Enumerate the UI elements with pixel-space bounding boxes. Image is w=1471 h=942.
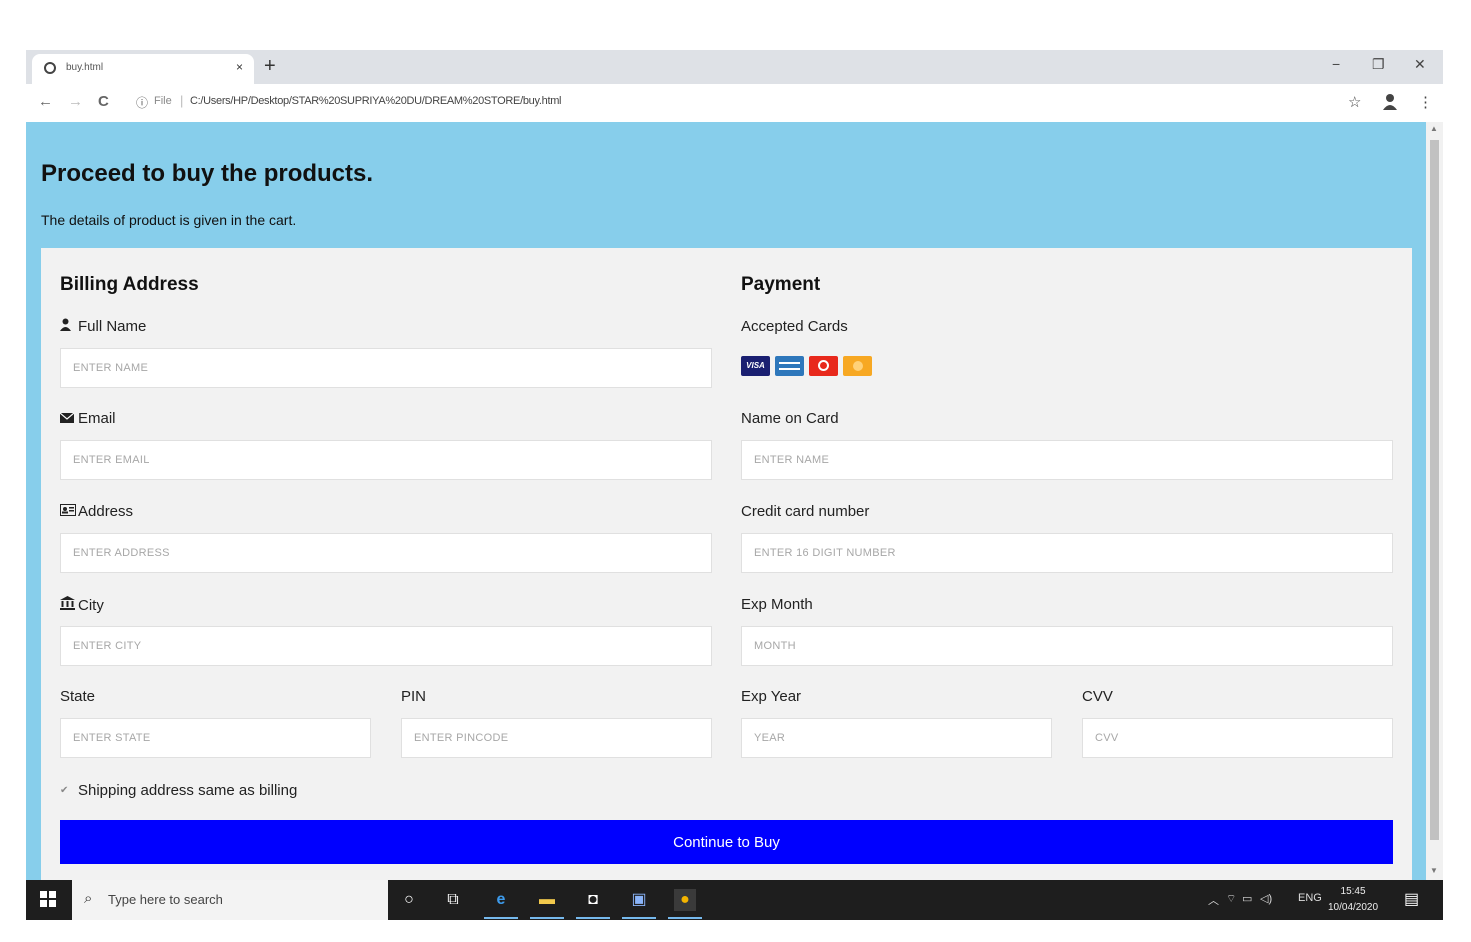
institution-icon [60, 596, 75, 613]
search-icon: ⌕ [84, 890, 93, 907]
file-explorer-icon[interactable]: ▬ [530, 889, 564, 919]
mastercard-icon [809, 356, 838, 376]
network-icon[interactable]: ⌔ [1226, 892, 1236, 906]
language-indicator[interactable]: ENG [1298, 892, 1322, 904]
scroll-down-icon[interactable]: ▼ [1430, 866, 1438, 875]
discover-card-icon [843, 356, 872, 376]
address-card-icon [60, 504, 76, 519]
task-view-icon[interactable]: ⧉ [442, 889, 464, 911]
cvv-input[interactable] [1082, 718, 1393, 758]
address-label-text: Address [78, 503, 134, 520]
globe-icon [44, 62, 56, 74]
browser-toolbar: ← → C ⓘ File | C:/Users/HP/Desktop/STAR%… [26, 84, 1443, 123]
same-address-checkbox[interactable]: ✔ [60, 785, 72, 797]
pin-label: PIN [401, 688, 427, 705]
visa-card-icon: VISA [741, 356, 770, 376]
clock-time: 15:45 [1340, 886, 1366, 897]
address-bar[interactable]: ⓘ File | C:/Users/HP/Desktop/STAR%20SUPR… [126, 90, 1336, 116]
restore-icon[interactable]: ❐ [1372, 56, 1385, 73]
checkout-form: Billing Address Full Name Email Address … [41, 248, 1412, 880]
browser-tab[interactable]: buy.html × [32, 54, 254, 84]
billing-title: Billing Address [60, 274, 199, 295]
windows-start-icon[interactable] [40, 891, 56, 912]
cortana-icon[interactable]: ○ [398, 889, 420, 911]
name-on-card-label: Name on Card [741, 410, 839, 427]
clock-date: 10/04/2020 [1328, 902, 1379, 913]
tab-close-icon[interactable]: × [236, 60, 243, 74]
continue-to-buy-button[interactable]: Continue to Buy [60, 820, 1393, 864]
pin-input[interactable] [401, 718, 712, 758]
exp-year-label: Exp Year [741, 688, 802, 705]
city-label: City [60, 596, 104, 614]
tab-strip: buy.html × + − ❐ ✕ [26, 50, 1443, 84]
taskbar-search[interactable]: ⌕ Type here to search [72, 880, 388, 920]
exp-month-input[interactable] [741, 626, 1393, 666]
new-tab-icon[interactable]: + [264, 54, 276, 78]
window-close-icon[interactable]: ✕ [1414, 56, 1426, 73]
accepted-cards-label: Accepted Cards [741, 318, 848, 335]
fullname-input[interactable] [60, 348, 712, 388]
page-subtitle: The details of product is given in the c… [41, 212, 297, 228]
card-number-label: Credit card number [741, 503, 870, 520]
page-title: Proceed to buy the products. [41, 160, 374, 187]
url-text[interactable]: C:/Users/HP/Desktop/STAR%20SUPRIYA%20DU/… [190, 95, 562, 107]
fullname-label-text: Full Name [78, 318, 147, 335]
taskbar-clock[interactable]: 15:45 10/04/2020 [1328, 884, 1378, 916]
email-input[interactable] [60, 440, 712, 480]
address-separator: | [180, 93, 184, 108]
vertical-scrollbar[interactable]: ▲ ▼ [1426, 122, 1443, 880]
browser-menu-icon[interactable]: ⋮ [1418, 93, 1433, 111]
payment-title: Payment [741, 274, 821, 295]
tab-title: buy.html [66, 62, 104, 73]
envelope-icon [59, 411, 75, 426]
bookmark-star-icon[interactable]: ☆ [1348, 93, 1361, 111]
address-input[interactable] [60, 533, 712, 573]
page-content: Proceed to buy the products. The details… [26, 122, 1426, 880]
city-label-text: City [78, 597, 104, 614]
name-on-card-input[interactable] [741, 440, 1393, 480]
state-label: State [60, 688, 96, 705]
scroll-up-icon[interactable]: ▲ [1430, 124, 1438, 133]
reload-icon[interactable]: C [98, 93, 109, 110]
browser-window: buy.html × + − ❐ ✕ ← → C ⓘ File | C:/Use… [26, 50, 1443, 920]
battery-icon[interactable]: ▭ [1242, 892, 1252, 905]
minimize-icon[interactable]: − [1332, 56, 1340, 72]
tray-chevron-icon[interactable]: ︿ [1208, 892, 1219, 908]
user-icon [60, 318, 74, 334]
accepted-cards: VISA [741, 356, 877, 376]
address-label: Address [60, 503, 133, 520]
exp-month-label: Exp Month [741, 596, 813, 613]
notification-icon[interactable]: ▤ [1404, 889, 1419, 909]
chrome-icon[interactable]: ● [668, 889, 702, 919]
taskbar-search-placeholder: Type here to search [108, 892, 223, 907]
scrollbar-thumb[interactable] [1430, 140, 1439, 840]
exp-year-input[interactable] [741, 718, 1052, 758]
same-address-label: Shipping address same as billing [78, 782, 298, 799]
taskbar: ⌕ Type here to search ○ ⧉ e ▬ ◘ ▣ ● ︿ ⌔ … [26, 880, 1443, 920]
card-number-input[interactable] [741, 533, 1393, 573]
email-label-text: Email [78, 410, 116, 427]
word-app-icon[interactable]: ▣ [622, 889, 656, 919]
forward-icon[interactable]: → [68, 93, 83, 110]
edge-browser-icon[interactable]: e [484, 889, 518, 919]
state-input[interactable] [60, 718, 371, 758]
same-address-checkbox-row[interactable]: ✔ Shipping address same as billing [60, 782, 297, 799]
city-input[interactable] [60, 626, 712, 666]
file-scheme-label: File [154, 95, 172, 107]
amex-card-icon [775, 356, 804, 376]
info-icon[interactable]: ⓘ [136, 94, 148, 111]
volume-icon[interactable]: ◁) [1260, 892, 1272, 905]
cvv-label: CVV [1082, 688, 1113, 705]
store-icon[interactable]: ◘ [576, 889, 610, 919]
email-label: Email [59, 410, 116, 427]
back-icon[interactable]: ← [38, 93, 53, 110]
fullname-label: Full Name [60, 318, 146, 335]
profile-avatar-icon[interactable] [1382, 93, 1398, 111]
